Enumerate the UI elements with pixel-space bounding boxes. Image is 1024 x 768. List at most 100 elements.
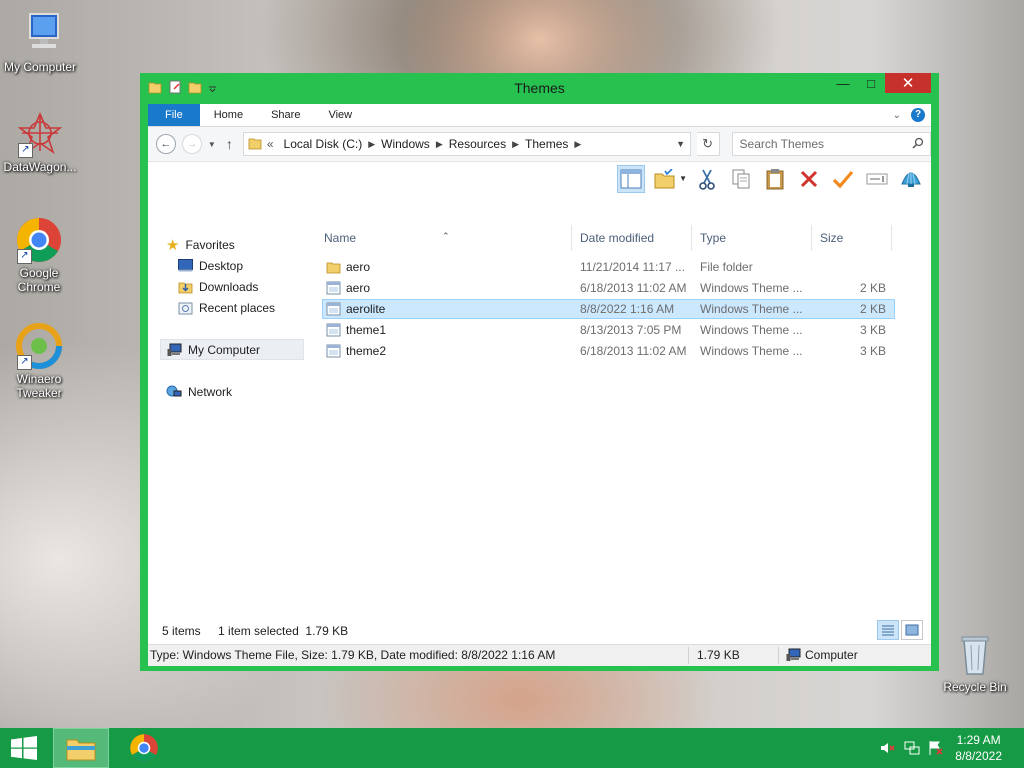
file-row-selected[interactable]: aerolite 8/8/2022 1:16 AM Windows Theme …	[322, 299, 895, 319]
nav-item-recent-places[interactable]: Recent places	[178, 297, 275, 318]
column-header-date-modified[interactable]: Date modified	[572, 225, 692, 251]
properties-button[interactable]	[829, 165, 857, 193]
file-row[interactable]: aero 6/18/2013 11:02 AM Windows Theme ..…	[322, 278, 895, 298]
minimize-button[interactable]: —	[829, 73, 857, 93]
volume-muted-icon[interactable]	[880, 740, 896, 759]
desktop-icon-datawagon[interactable]: ↗ DataWagon...	[0, 110, 80, 174]
file-row[interactable]: aero 11/21/2014 11:17 ... File folder	[322, 257, 895, 277]
maximize-button[interactable]: □	[857, 73, 885, 93]
status-location: Computer	[805, 648, 858, 662]
view-switcher	[877, 620, 923, 640]
close-button[interactable]: ✕	[885, 73, 931, 93]
network-status-icon[interactable]	[904, 740, 920, 759]
address-bar[interactable]: « Local Disk (C:) ▶ Windows ▶ Resources …	[242, 132, 691, 156]
title-bar[interactable]: Themes — □ ✕	[140, 73, 939, 103]
navigation-pane: ★ Favorites Desktop Downloads Recent pla…	[148, 225, 309, 620]
help-icon[interactable]: ?	[911, 108, 925, 122]
clock-date: 8/8/2022	[955, 749, 1002, 763]
start-button[interactable]	[10, 736, 40, 760]
downloads-folder-icon	[178, 282, 193, 293]
breadcrumb-windows[interactable]: Windows	[376, 137, 435, 151]
recent-locations-chevron-icon[interactable]: ▼	[208, 140, 216, 149]
search-input[interactable]	[732, 136, 912, 152]
details-view-button[interactable]	[877, 620, 899, 640]
computer-icon	[167, 343, 182, 356]
desktop-icon-winaero-tweaker[interactable]: ↗ Winaero Tweaker	[0, 322, 79, 400]
tab-view[interactable]: View	[314, 104, 366, 126]
column-headers: Name ⌃ Date modified Type Size	[316, 225, 931, 251]
folder-check-icon	[654, 168, 675, 188]
refresh-button[interactable]: ↻	[696, 132, 720, 156]
cut-button[interactable]	[693, 165, 721, 193]
breadcrumb-resources[interactable]: Resources	[444, 137, 511, 151]
file-name: aerolite	[346, 302, 386, 316]
desktop-icon-my-computer[interactable]: My Computer	[0, 10, 80, 74]
file-size: 2 KB	[859, 281, 886, 295]
breadcrumb-overflow[interactable]: «	[262, 137, 279, 151]
up-arrow-icon[interactable]: ↑	[226, 136, 233, 152]
address-dropdown-chevron-icon[interactable]: ▼	[672, 139, 690, 149]
theme-file-icon	[326, 323, 341, 337]
shortcut-arrow-icon: ↗	[18, 143, 33, 158]
refresh-icon: ↻	[702, 136, 714, 151]
search-box[interactable]	[731, 132, 931, 156]
desktop-icon-label: DataWagon...	[3, 160, 77, 174]
rename-button[interactable]	[863, 165, 891, 193]
file-type: Windows Theme ...	[700, 302, 803, 316]
file-size: 3 KB	[859, 323, 886, 337]
search-icon[interactable]	[912, 137, 924, 152]
column-header-name[interactable]: Name ⌃	[316, 225, 572, 251]
taskbar: 1:29 AM 8/8/2022	[0, 728, 1024, 768]
items-status: 5 items 1 item selected 1.79 KB	[162, 624, 348, 638]
maximize-icon: □	[867, 75, 875, 91]
forward-button[interactable]: →	[181, 134, 202, 154]
desktop-icon-recycle-bin[interactable]: Recycle Bin	[935, 630, 1015, 694]
window-controls: — □ ✕	[829, 73, 931, 93]
delete-button[interactable]	[795, 165, 823, 193]
expand-ribbon-chevron-icon[interactable]: ⌄	[893, 110, 901, 121]
breadcrumb-separator-icon[interactable]: ▶	[435, 139, 444, 150]
file-date: 11/21/2014 11:17 ...	[580, 260, 685, 274]
desktop-icon-google-chrome[interactable]: ↗ Google Chrome	[0, 216, 79, 294]
nav-item-desktop[interactable]: Desktop	[178, 255, 243, 276]
taskbar-clock[interactable]: 1:29 AM 8/8/2022	[955, 732, 1002, 764]
file-row[interactable]: theme1 8/13/2013 7:05 PM Windows Theme .…	[322, 320, 895, 340]
copy-button[interactable]	[727, 165, 755, 193]
taskbar-file-explorer[interactable]	[53, 728, 109, 768]
nav-my-computer[interactable]: My Computer	[160, 339, 304, 360]
breadcrumb-local-disk[interactable]: Local Disk (C:)	[279, 137, 368, 151]
tab-share[interactable]: Share	[257, 104, 314, 126]
paste-button[interactable]	[761, 165, 789, 193]
nav-favorites[interactable]: ★ Favorites	[166, 234, 235, 255]
desktop-icon-label: Recycle Bin	[943, 680, 1007, 694]
file-type: Windows Theme ...	[700, 281, 803, 295]
file-row[interactable]: theme2 6/18/2013 11:02 AM Windows Theme …	[322, 341, 895, 361]
column-header-size[interactable]: Size	[812, 225, 892, 251]
clipboard-icon	[766, 168, 784, 189]
taskbar-google-chrome[interactable]	[116, 728, 172, 768]
preview-pane-button[interactable]	[617, 164, 646, 193]
tab-home[interactable]: Home	[200, 104, 257, 126]
select-button[interactable]	[651, 165, 679, 193]
back-button[interactable]: ←	[156, 134, 176, 154]
file-type: Windows Theme ...	[700, 344, 803, 358]
column-header-type[interactable]: Type	[692, 225, 812, 251]
scissors-icon	[699, 169, 715, 190]
nav-network[interactable]: Network	[166, 381, 232, 402]
action-center-flag-icon[interactable]	[928, 740, 944, 759]
shell-button[interactable]	[897, 165, 925, 193]
large-icons-view-button[interactable]	[901, 620, 923, 640]
breadcrumb-separator-icon[interactable]: ▶	[573, 139, 582, 150]
breadcrumb-separator-icon[interactable]: ▶	[511, 139, 520, 150]
window-client: File Home Share View ⌄ ? ← → ▼ ↑ « Local…	[148, 104, 931, 663]
tab-file[interactable]: File	[148, 104, 200, 126]
file-explorer-icon	[66, 739, 96, 761]
system-tray	[880, 740, 944, 759]
nav-label: My Computer	[188, 342, 261, 357]
breadcrumb-themes[interactable]: Themes	[520, 137, 573, 151]
sort-ascending-icon: ⌃	[442, 231, 450, 241]
chevron-down-icon[interactable]: ▼	[679, 174, 687, 183]
nav-item-downloads[interactable]: Downloads	[178, 276, 258, 297]
breadcrumb-separator-icon[interactable]: ▶	[367, 139, 376, 150]
file-date: 8/13/2013 7:05 PM	[580, 323, 682, 337]
